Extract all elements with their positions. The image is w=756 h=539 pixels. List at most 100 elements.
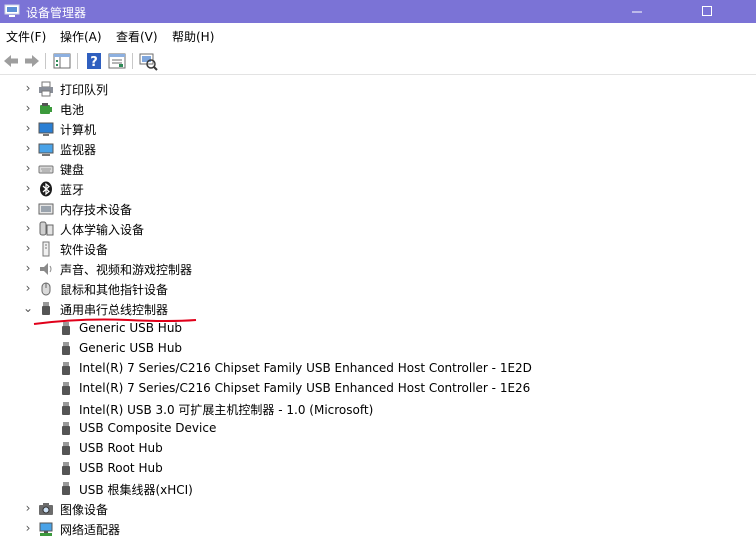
- usb-icon: [62, 322, 70, 335]
- toolbar-separator: [77, 53, 78, 69]
- tree-item-label: Intel(R) 7 Series/C216 Chipset Family US…: [79, 361, 532, 375]
- device-tree: › 打印队列 › 电池 › 计算机 › 监视器 › 键盘 › 蓝牙 › 内存技术…: [0, 79, 756, 538]
- chevron-right-icon[interactable]: ›: [22, 241, 34, 255]
- tree-item-bluetooth[interactable]: › 蓝牙: [0, 179, 700, 199]
- tree-item-label: USB Root Hub: [79, 441, 163, 455]
- tree-item-usb-device[interactable]: USB 根集线器(xHCI): [0, 479, 700, 499]
- show-hide-tree-button[interactable]: [52, 51, 72, 71]
- usb-icon: [62, 342, 70, 355]
- back-arrow-icon: [4, 55, 18, 67]
- tree-item-label: Intel(R) USB 3.0 可扩展主机控制器 - 1.0 (Microso…: [79, 403, 374, 417]
- tree-item-software-device[interactable]: › 软件设备: [0, 239, 700, 259]
- chevron-right-icon[interactable]: ›: [22, 101, 34, 115]
- tree-item-label: USB Composite Device: [79, 421, 217, 435]
- chevron-right-icon[interactable]: ›: [22, 521, 34, 535]
- chevron-right-icon[interactable]: ›: [22, 201, 34, 215]
- tree-item-computer[interactable]: › 计算机: [0, 119, 700, 139]
- toolbar-separator: [45, 53, 46, 69]
- tree-item-usb-device[interactable]: USB Root Hub: [0, 459, 700, 479]
- computer-icon: [38, 122, 54, 136]
- tree-item-network-adapters[interactable]: › 网络适配器: [0, 519, 700, 539]
- forward-arrow-icon: [25, 55, 39, 67]
- usb-icon: [62, 362, 70, 375]
- tree-item-label: 图像设备: [60, 503, 109, 517]
- toolbar: ?: [0, 48, 756, 75]
- usb-icon: [62, 482, 70, 495]
- tree-item-memory-tech[interactable]: › 内存技术设备: [0, 199, 700, 219]
- tree-item-label: USB Root Hub: [79, 461, 163, 475]
- mouse-icon: [41, 282, 51, 296]
- menu-view[interactable]: 查看(V): [116, 28, 158, 45]
- tree-item-mouse[interactable]: › 鼠标和其他指针设备: [0, 279, 700, 299]
- tree-item-battery[interactable]: › 电池: [0, 99, 700, 119]
- help-icon: ?: [87, 53, 101, 70]
- forward-button[interactable]: [22, 51, 42, 71]
- tree-item-usb-device[interactable]: Intel(R) USB 3.0 可扩展主机控制器 - 1.0 (Microso…: [0, 399, 700, 419]
- scan-hardware-button[interactable]: [138, 51, 158, 71]
- properties-button[interactable]: [107, 51, 127, 71]
- chevron-right-icon[interactable]: ›: [22, 221, 34, 235]
- tree-item-label: 内存技术设备: [60, 203, 133, 217]
- hid-icon: [39, 221, 54, 236]
- tree-item-label: USB 根集线器(xHCI): [79, 483, 193, 497]
- usb-icon: [62, 422, 70, 435]
- network-adapter-icon: [39, 522, 53, 536]
- chevron-right-icon[interactable]: ›: [22, 281, 34, 295]
- battery-icon: [40, 103, 52, 114]
- chevron-right-icon[interactable]: ›: [22, 261, 34, 275]
- speaker-icon: [40, 263, 52, 275]
- tree-item-usb-device[interactable]: Intel(R) 7 Series/C216 Chipset Family US…: [0, 359, 700, 379]
- properties-icon: [108, 53, 126, 69]
- window-title: 设备管理器: [26, 6, 87, 20]
- usb-icon: [62, 402, 70, 415]
- tree-item-usb-device[interactable]: Generic USB Hub: [0, 339, 700, 359]
- minimize-icon: [632, 11, 642, 13]
- tree-item-label: 键盘: [60, 163, 85, 177]
- tree-item-imaging[interactable]: › 图像设备: [0, 499, 700, 519]
- maximize-button[interactable]: [684, 0, 730, 23]
- software-device-icon: [42, 241, 50, 257]
- monitor-icon: [38, 143, 54, 156]
- tree-item-label: 鼠标和其他指针设备: [60, 283, 169, 297]
- chevron-down-icon[interactable]: ⌄: [22, 301, 34, 315]
- tree-item-sound[interactable]: › 声音、视频和游戏控制器: [0, 259, 700, 279]
- tree-item-usb-device[interactable]: Intel(R) 7 Series/C216 Chipset Family US…: [0, 379, 700, 399]
- chevron-right-icon[interactable]: ›: [22, 181, 34, 195]
- menu-file[interactable]: 文件(F): [6, 28, 46, 45]
- chevron-right-icon[interactable]: ›: [22, 121, 34, 135]
- tree-item-usb-device[interactable]: USB Composite Device: [0, 419, 700, 439]
- back-button[interactable]: [1, 51, 21, 71]
- tree-item-print-queue[interactable]: › 打印队列: [0, 79, 700, 99]
- minimize-button[interactable]: [614, 0, 660, 23]
- usb-icon: [62, 462, 70, 475]
- title-bar: 设备管理器: [0, 0, 756, 23]
- camera-icon: [39, 503, 53, 515]
- usb-icon: [62, 382, 70, 395]
- chevron-right-icon[interactable]: ›: [22, 161, 34, 175]
- menu-action[interactable]: 操作(A): [60, 28, 102, 45]
- chevron-right-icon[interactable]: ›: [22, 141, 34, 155]
- tree-item-usb-device[interactable]: Generic USB Hub: [0, 319, 700, 339]
- tree-item-label: 监视器: [60, 143, 97, 157]
- tree-item-usb-device[interactable]: USB Root Hub: [0, 439, 700, 459]
- tree-item-label: 网络适配器: [60, 523, 121, 537]
- tree-item-monitor[interactable]: › 监视器: [0, 139, 700, 159]
- menu-bar: 文件(F) 操作(A) 查看(V) 帮助(H): [0, 25, 756, 47]
- tree-item-label: 电池: [60, 103, 85, 117]
- menu-help[interactable]: 帮助(H): [172, 28, 214, 45]
- tree-item-label: 计算机: [60, 123, 97, 137]
- tree-item-label: Generic USB Hub: [79, 321, 183, 335]
- tree-item-label: 蓝牙: [60, 183, 85, 197]
- tree-item-keyboard[interactable]: › 键盘: [0, 159, 700, 179]
- chevron-right-icon[interactable]: ›: [22, 501, 34, 515]
- printer-icon: [39, 81, 53, 97]
- help-button[interactable]: ?: [84, 51, 104, 71]
- maximize-icon: [702, 6, 712, 16]
- toolbar-separator: [132, 53, 133, 69]
- chevron-right-icon[interactable]: ›: [22, 81, 34, 95]
- tree-item-label: 声音、视频和游戏控制器: [60, 263, 193, 277]
- tree-item-label: Intel(R) 7 Series/C216 Chipset Family US…: [79, 381, 531, 395]
- bluetooth-icon: [40, 181, 52, 197]
- tree-item-hid[interactable]: › 人体学输入设备: [0, 219, 700, 239]
- memory-icon: [38, 203, 54, 215]
